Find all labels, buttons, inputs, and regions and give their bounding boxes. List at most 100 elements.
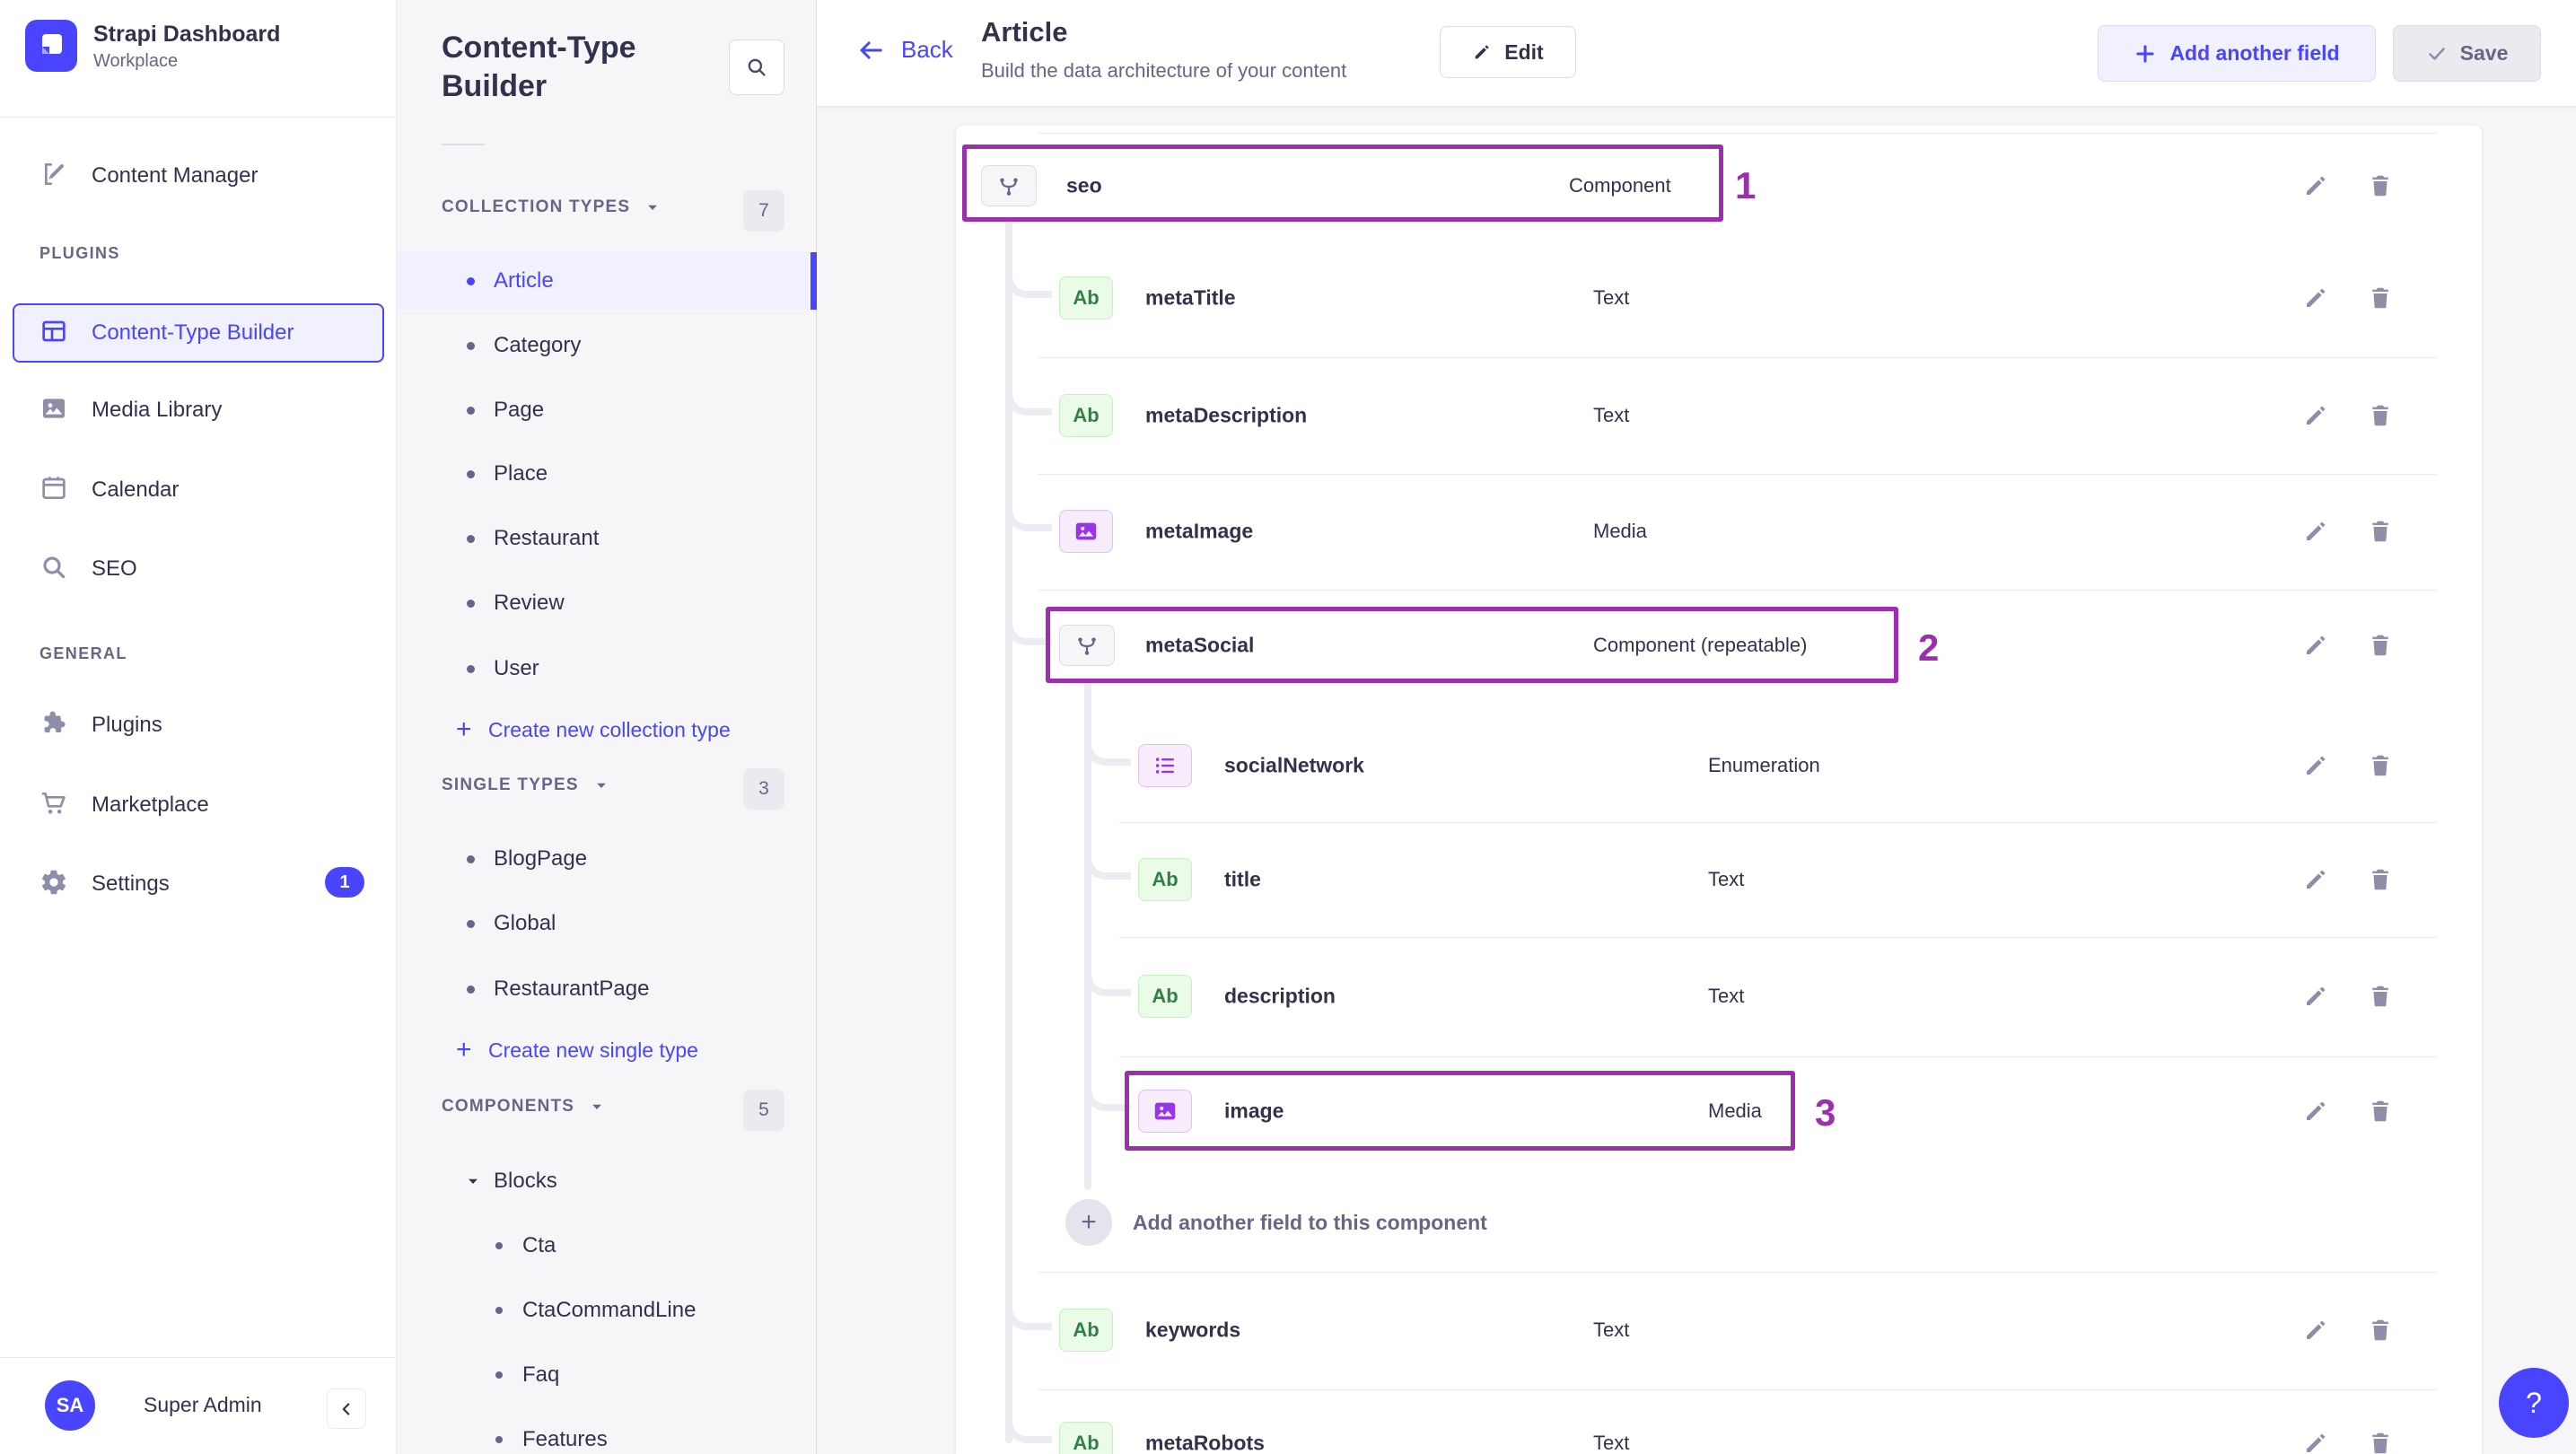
sidebar-item-content-type-builder[interactable]: Content-Type Builder bbox=[13, 303, 384, 363]
edit-field-button[interactable] bbox=[2300, 1427, 2332, 1454]
field-type: Text bbox=[1593, 1432, 1630, 1454]
user-name: Super Admin bbox=[144, 1393, 262, 1416]
delete-field-button[interactable] bbox=[2364, 1095, 2396, 1127]
bullet-icon bbox=[467, 341, 475, 350]
field-row-metadescription: Ab metaDescription Text bbox=[956, 372, 2482, 459]
search-button[interactable] bbox=[729, 39, 784, 95]
help-button[interactable]: ? bbox=[2499, 1368, 2569, 1438]
single-type-blogpage[interactable]: BlogPage bbox=[397, 831, 817, 887]
panel-title: Content-Type Builder bbox=[442, 31, 636, 103]
sidebar-item-media-library[interactable]: Media Library bbox=[39, 385, 222, 435]
single-types-header[interactable]: SINGLE TYPES bbox=[442, 775, 609, 795]
item-label: Features bbox=[522, 1427, 608, 1451]
page-header: Back Article Build the data architecture… bbox=[817, 0, 2576, 106]
edit-field-button[interactable] bbox=[2300, 1095, 2332, 1127]
sidebar-item-marketplace[interactable]: Marketplace bbox=[39, 780, 209, 830]
sidebar-item-label: Plugins bbox=[92, 713, 162, 737]
cart-icon bbox=[39, 789, 68, 822]
add-field-label: Add another field bbox=[2169, 41, 2340, 65]
media-library-icon bbox=[39, 394, 68, 427]
delete-field-button[interactable] bbox=[2364, 170, 2396, 202]
strapi-logo-icon bbox=[25, 20, 77, 72]
component-features[interactable]: Features bbox=[397, 1412, 817, 1454]
divider bbox=[0, 1357, 397, 1358]
edit-button[interactable]: Edit bbox=[1440, 26, 1576, 78]
component-cta[interactable]: Cta bbox=[397, 1218, 817, 1274]
edit-field-button[interactable] bbox=[2300, 980, 2332, 1012]
bullet-icon bbox=[467, 854, 475, 863]
link-label: Create new single type bbox=[488, 1038, 698, 1062]
collection-type-user[interactable]: User bbox=[397, 641, 817, 696]
bullet-icon bbox=[467, 985, 475, 994]
back-link[interactable]: Back bbox=[854, 36, 953, 64]
field-type: Media bbox=[1708, 1099, 1762, 1122]
plus-icon: + bbox=[456, 714, 472, 744]
settings-notification-badge: 1 bbox=[325, 867, 364, 898]
item-label: Restaurant bbox=[494, 526, 600, 550]
delete-field-button[interactable] bbox=[2364, 980, 2396, 1012]
sidebar-item-seo[interactable]: SEO bbox=[39, 544, 137, 594]
delete-field-button[interactable] bbox=[2364, 749, 2396, 782]
create-single-type-link[interactable]: + Create new single type bbox=[397, 1025, 817, 1075]
delete-field-button[interactable] bbox=[2364, 1314, 2396, 1346]
sidebar-item-settings[interactable]: Settings bbox=[39, 859, 170, 909]
item-label: Review bbox=[494, 591, 565, 615]
bullet-icon bbox=[495, 1371, 503, 1379]
add-another-field-button[interactable]: Add another field bbox=[2098, 25, 2376, 82]
edit-field-button[interactable] bbox=[2300, 399, 2332, 432]
section-label: COLLECTION TYPES bbox=[442, 197, 631, 216]
delete-field-button[interactable] bbox=[2364, 515, 2396, 547]
edit-field-button[interactable] bbox=[2300, 515, 2332, 547]
field-row-metatitle: Ab metaTitle Text bbox=[956, 255, 2482, 341]
item-label: BlogPage bbox=[494, 846, 588, 871]
delete-field-button[interactable] bbox=[2364, 863, 2396, 896]
collection-type-article[interactable]: Article bbox=[397, 252, 817, 310]
field-type: Media bbox=[1593, 520, 1647, 542]
sidebar-section-plugins: PLUGINS bbox=[39, 244, 120, 262]
component-group-blocks[interactable]: Blocks bbox=[397, 1155, 817, 1207]
component-faq[interactable]: Faq bbox=[397, 1347, 817, 1403]
user-avatar[interactable]: SA bbox=[45, 1380, 95, 1431]
field-type: Component bbox=[1569, 174, 1671, 197]
collection-types-count: 7 bbox=[743, 190, 784, 232]
single-type-global[interactable]: Global bbox=[397, 896, 817, 951]
component-field-icon bbox=[1059, 625, 1115, 666]
field-type: Enumeration bbox=[1708, 754, 1820, 776]
component-field-icon bbox=[981, 165, 1037, 206]
edit-field-button[interactable] bbox=[2300, 749, 2332, 782]
delete-field-button[interactable] bbox=[2364, 399, 2396, 432]
delete-field-button[interactable] bbox=[2364, 629, 2396, 661]
sidebar-item-plugins[interactable]: Plugins bbox=[39, 700, 162, 750]
item-label: Article bbox=[494, 268, 554, 293]
sidebar-item-label: Content Manager bbox=[92, 163, 258, 188]
collapse-sidebar-button[interactable] bbox=[327, 1388, 366, 1429]
edit-field-button[interactable] bbox=[2300, 1314, 2332, 1346]
divider bbox=[1038, 590, 2437, 591]
collection-types-header[interactable]: COLLECTION TYPES bbox=[442, 197, 661, 217]
gear-icon bbox=[39, 868, 68, 901]
edit-field-button[interactable] bbox=[2300, 629, 2332, 661]
divider bbox=[1038, 1389, 2437, 1390]
delete-field-button[interactable] bbox=[2364, 282, 2396, 314]
collection-type-review[interactable]: Review bbox=[397, 575, 817, 631]
field-name: seo bbox=[1066, 173, 1102, 197]
save-button[interactable]: Save bbox=[2393, 25, 2541, 82]
field-type: Text bbox=[1593, 404, 1630, 426]
collection-type-category[interactable]: Category bbox=[397, 318, 817, 373]
app-logo-block: Strapi Dashboard Workplace bbox=[25, 20, 280, 72]
collection-type-restaurant[interactable]: Restaurant bbox=[397, 511, 817, 566]
create-collection-type-link[interactable]: + Create new collection type bbox=[397, 705, 817, 755]
edit-field-button[interactable] bbox=[2300, 282, 2332, 314]
components-header[interactable]: COMPONENTS bbox=[442, 1097, 605, 1117]
edit-field-button[interactable] bbox=[2300, 863, 2332, 896]
sidebar-item-content-manager[interactable]: Content Manager bbox=[39, 151, 258, 201]
delete-field-button[interactable] bbox=[2364, 1427, 2396, 1454]
sidebar-item-calendar[interactable]: Calendar bbox=[39, 465, 179, 515]
collection-type-place[interactable]: Place bbox=[397, 446, 817, 502]
edit-field-button[interactable] bbox=[2300, 170, 2332, 202]
field-name: metaDescription bbox=[1145, 403, 1308, 427]
single-type-restaurantpage[interactable]: RestaurantPage bbox=[397, 961, 817, 1017]
collection-type-page[interactable]: Page bbox=[397, 382, 817, 438]
text-field-icon: Ab bbox=[1059, 394, 1113, 437]
component-ctacommandline[interactable]: CtaCommandLine bbox=[397, 1283, 817, 1338]
